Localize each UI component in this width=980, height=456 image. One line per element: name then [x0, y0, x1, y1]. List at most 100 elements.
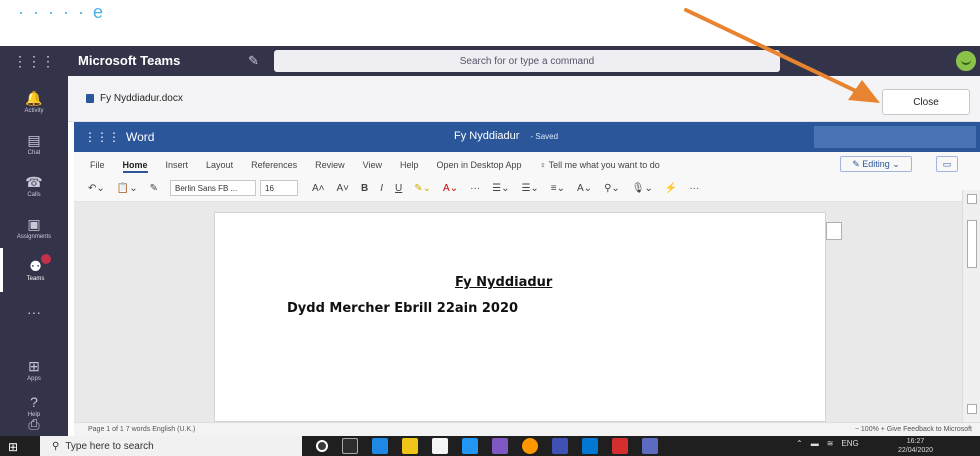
rail-item-calls[interactable]: ☎ Calls: [0, 164, 68, 208]
tab-layout[interactable]: Layout: [206, 160, 233, 173]
top-strip: · · · · · e: [0, 0, 980, 46]
document-header: Fy Nyddiadur.docx Close: [68, 76, 980, 122]
highlight-icon[interactable]: ✎⌄: [414, 183, 431, 194]
user-avatar[interactable]: [954, 49, 978, 73]
tab-review[interactable]: Review: [315, 160, 345, 173]
styles-icon[interactable]: A⌄: [577, 183, 592, 194]
tray-chevron-icon[interactable]: ⌃: [796, 439, 803, 448]
teams-left-rail: 🔔 Activity ▤ Chat ☎ Calls ▣ Assignments …: [0, 76, 68, 436]
word-app-bar: ⋮⋮⋮ Word Fy Nyddiadur - Saved: [74, 122, 980, 152]
ribbon: File Home Insert Layout References Revie…: [74, 152, 980, 202]
font-name-select[interactable]: Berlin Sans FB ...: [170, 180, 256, 196]
rail-item-assignments[interactable]: ▣ Assignments: [0, 206, 68, 250]
rail-label: Apps: [27, 376, 41, 382]
tab-insert[interactable]: Insert: [166, 160, 189, 173]
word-account-area[interactable]: [814, 126, 976, 148]
task-view-icon[interactable]: [342, 438, 358, 454]
taskbar-search-placeholder: Type here to search: [65, 440, 154, 452]
partial-heading-text: · · · · · e: [18, 2, 105, 22]
document-date-line[interactable]: Dydd Mercher Ebrill 22ain 2020: [287, 301, 518, 316]
scrollbar-thumb[interactable]: [967, 220, 977, 268]
language-indicator[interactable]: ENG: [841, 439, 858, 448]
mail-icon[interactable]: [462, 438, 478, 454]
undo-icon[interactable]: ↶⌄: [88, 183, 105, 194]
mail-app-icon[interactable]: [552, 438, 568, 454]
tab-references[interactable]: References: [251, 160, 297, 173]
file-explorer-icon[interactable]: [402, 438, 418, 454]
battery-icon[interactable]: ▬: [811, 439, 819, 448]
notification-badge: [41, 254, 51, 264]
document-file-name: Fy Nyddiadur.docx: [100, 93, 183, 104]
rail-label: Assignments: [16, 234, 52, 240]
status-left-text: Page 1 of 1 7 words English (U.K.): [88, 426, 196, 433]
tab-home[interactable]: Home: [122, 160, 148, 173]
store-icon[interactable]: [432, 438, 448, 454]
editing-mode-button[interactable]: ✎ Editing ⌄: [840, 156, 912, 172]
document-canvas: Fy Nyddiadur Dydd Mercher Ebrill 22ain 2…: [74, 202, 962, 422]
word-launcher-icon[interactable]: ⋮⋮⋮: [84, 130, 120, 144]
more-font-options-icon[interactable]: ···: [470, 183, 480, 194]
more-options-icon[interactable]: ···: [689, 183, 699, 194]
font-color-icon[interactable]: A⌄: [443, 183, 458, 194]
tell-me-search[interactable]: ♀ Tell me what you want to do: [540, 160, 660, 173]
font-size-select[interactable]: 16: [260, 180, 298, 196]
command-search-input[interactable]: Search for or type a command: [274, 50, 780, 72]
paste-icon[interactable]: 📋⌄: [117, 183, 138, 194]
teams-app-icon[interactable]: [642, 438, 658, 454]
search-icon: ⚲: [52, 440, 60, 452]
format-painter-icon[interactable]: ✎: [150, 183, 158, 194]
word-app-label[interactable]: Word: [126, 130, 154, 144]
page-marker: [826, 222, 842, 240]
word-taskbar-icon[interactable]: [582, 438, 598, 454]
numbering-icon[interactable]: ☰⌄: [521, 183, 538, 194]
align-icon[interactable]: ≡⌄: [551, 183, 565, 194]
clock[interactable]: 16:27 22/04/2020: [898, 437, 933, 455]
comment-icon[interactable]: ▭: [936, 156, 958, 172]
edge-icon[interactable]: [372, 438, 388, 454]
underline-icon[interactable]: U: [395, 183, 402, 194]
open-desktop-app-link[interactable]: Open in Desktop App: [437, 160, 522, 173]
scroll-up-icon[interactable]: [967, 194, 977, 204]
windows-taskbar: ⊞ ⚲ Type here to search ⌃ ▬ ≋ ENG 16:27: [0, 436, 980, 456]
bullets-icon[interactable]: ☰⌄: [492, 183, 509, 194]
clock-time: 16:27: [906, 438, 925, 445]
apps-icon: ⊞: [28, 358, 40, 374]
teams-title-bar: ⋮⋮⋮ Microsoft Teams ✎ Search for or type…: [0, 46, 980, 76]
compose-icon[interactable]: ✎: [248, 53, 259, 69]
teams-taskbar-icon[interactable]: [492, 438, 508, 454]
document-page[interactable]: Fy Nyddiadur Dydd Mercher Ebrill 22ain 2…: [214, 212, 826, 422]
bell-icon: 🔔: [25, 90, 43, 106]
word-document-title[interactable]: Fy Nyddiadur - Saved: [454, 130, 558, 142]
rail-label: Teams: [26, 276, 45, 282]
wifi-icon[interactable]: ≋: [827, 439, 834, 448]
bold-icon[interactable]: B: [361, 183, 368, 194]
dictate-icon[interactable]: 🎙⌄: [632, 183, 653, 194]
grow-font-icon[interactable]: A˄: [312, 183, 325, 194]
rail-item-teams[interactable]: ⚉ Teams: [0, 248, 68, 292]
rail-item-chat[interactable]: ▤ Chat: [0, 122, 68, 166]
document-name: Fy Nyddiadur.docx: [86, 93, 183, 104]
tab-help[interactable]: Help: [400, 160, 419, 173]
shrink-font-icon[interactable]: A˅: [337, 183, 350, 194]
cortana-icon[interactable]: [316, 440, 328, 452]
scroll-down-icon[interactable]: [967, 404, 977, 414]
taskbar-search[interactable]: ⚲ Type here to search: [40, 436, 302, 456]
teams-app-title: Microsoft Teams: [78, 53, 181, 68]
rail-item-more[interactable]: ···: [0, 290, 68, 334]
windows-start-icon[interactable]: ⊞: [8, 440, 18, 454]
rail-item-activity[interactable]: 🔔 Activity: [0, 80, 68, 124]
tab-view[interactable]: View: [363, 160, 382, 173]
italic-icon[interactable]: I: [380, 183, 383, 194]
app-launcher-icon[interactable]: ⋮⋮⋮: [0, 46, 68, 76]
find-icon[interactable]: ⚲⌄: [604, 183, 620, 194]
close-button[interactable]: Close: [882, 89, 970, 115]
assignments-icon: ▣: [27, 216, 41, 232]
zoom-and-feedback[interactable]: − 100% + Give Feedback to Microsoft: [855, 426, 972, 433]
clock-date: 22/04/2020: [898, 447, 934, 454]
designer-icon[interactable]: ⚡: [665, 183, 677, 194]
chrome-icon[interactable]: [522, 438, 538, 454]
document-heading[interactable]: Fy Nyddiadur: [455, 275, 552, 290]
pdf-icon[interactable]: [612, 438, 628, 454]
tab-file[interactable]: File: [90, 160, 105, 173]
vertical-scrollbar[interactable]: [962, 190, 980, 422]
